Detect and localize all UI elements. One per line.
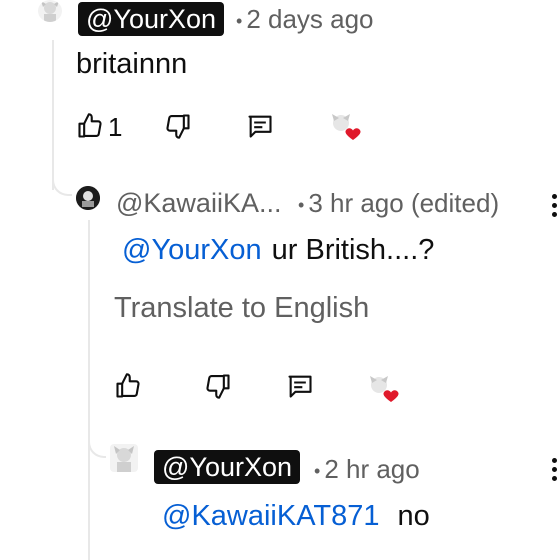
thread-line-reply	[88, 220, 90, 560]
more-menu-icon	[552, 194, 557, 199]
avatar[interactable]	[110, 444, 138, 472]
translate-button[interactable]: Translate to English	[114, 292, 369, 325]
mention-link[interactable]: @KawaiiKAT871	[162, 500, 380, 532]
comment-text: britainnn	[76, 48, 188, 80]
thumbs-up-icon	[116, 373, 140, 398]
comment-timestamp: • 2 hr ago	[314, 454, 420, 485]
timestamp-text: 2 hr ago	[324, 454, 420, 484]
dislike-button[interactable]	[164, 112, 192, 140]
meta-separator: •	[314, 460, 321, 481]
comment-text-body: ur British....?	[271, 234, 435, 266]
comment-text-body: no	[397, 500, 430, 532]
more-menu-button[interactable]	[552, 194, 558, 221]
thread-curve-reply-2	[88, 420, 106, 458]
creator-heart-icon	[332, 114, 361, 140]
comment-text: @KawaiiKAT871 no	[162, 500, 430, 533]
thumbs-down-icon	[166, 114, 190, 139]
reply-icon	[288, 375, 312, 398]
avatar[interactable]	[38, 0, 62, 22]
reply-button[interactable]	[246, 112, 274, 140]
thumbs-up-icon	[78, 113, 102, 138]
more-menu-icon	[552, 458, 557, 463]
like-button[interactable]	[114, 372, 142, 400]
thread-curve-reply-1	[52, 160, 72, 196]
creator-heart-icon	[370, 376, 399, 402]
thumbs-down-icon	[206, 374, 230, 399]
like-count: 1	[108, 112, 123, 142]
more-menu-button[interactable]	[552, 458, 558, 485]
meta-separator: •	[236, 10, 243, 31]
author-handle[interactable]: @KawaiiKA...	[116, 188, 281, 219]
timestamp-text: 3 hr ago (edited)	[308, 188, 500, 218]
author-handle[interactable]: @YourXon	[78, 2, 225, 36]
creator-heart	[330, 112, 362, 142]
comment-text: @YourXon ur British....?	[122, 234, 434, 267]
comment-timestamp: • 2 days ago	[236, 4, 374, 35]
mention-link[interactable]: @YourXon	[122, 234, 262, 266]
comment-timestamp: • 3 hr ago (edited)	[298, 188, 499, 219]
reply-button[interactable]	[286, 372, 314, 400]
like-button[interactable]	[76, 112, 104, 140]
reply-icon	[248, 115, 272, 138]
avatar[interactable]	[76, 186, 100, 210]
dislike-button[interactable]	[204, 372, 232, 400]
meta-separator: •	[298, 194, 305, 215]
author-handle[interactable]: @YourXon	[154, 450, 301, 484]
creator-heart	[368, 374, 400, 404]
timestamp-text: 2 days ago	[246, 4, 374, 34]
